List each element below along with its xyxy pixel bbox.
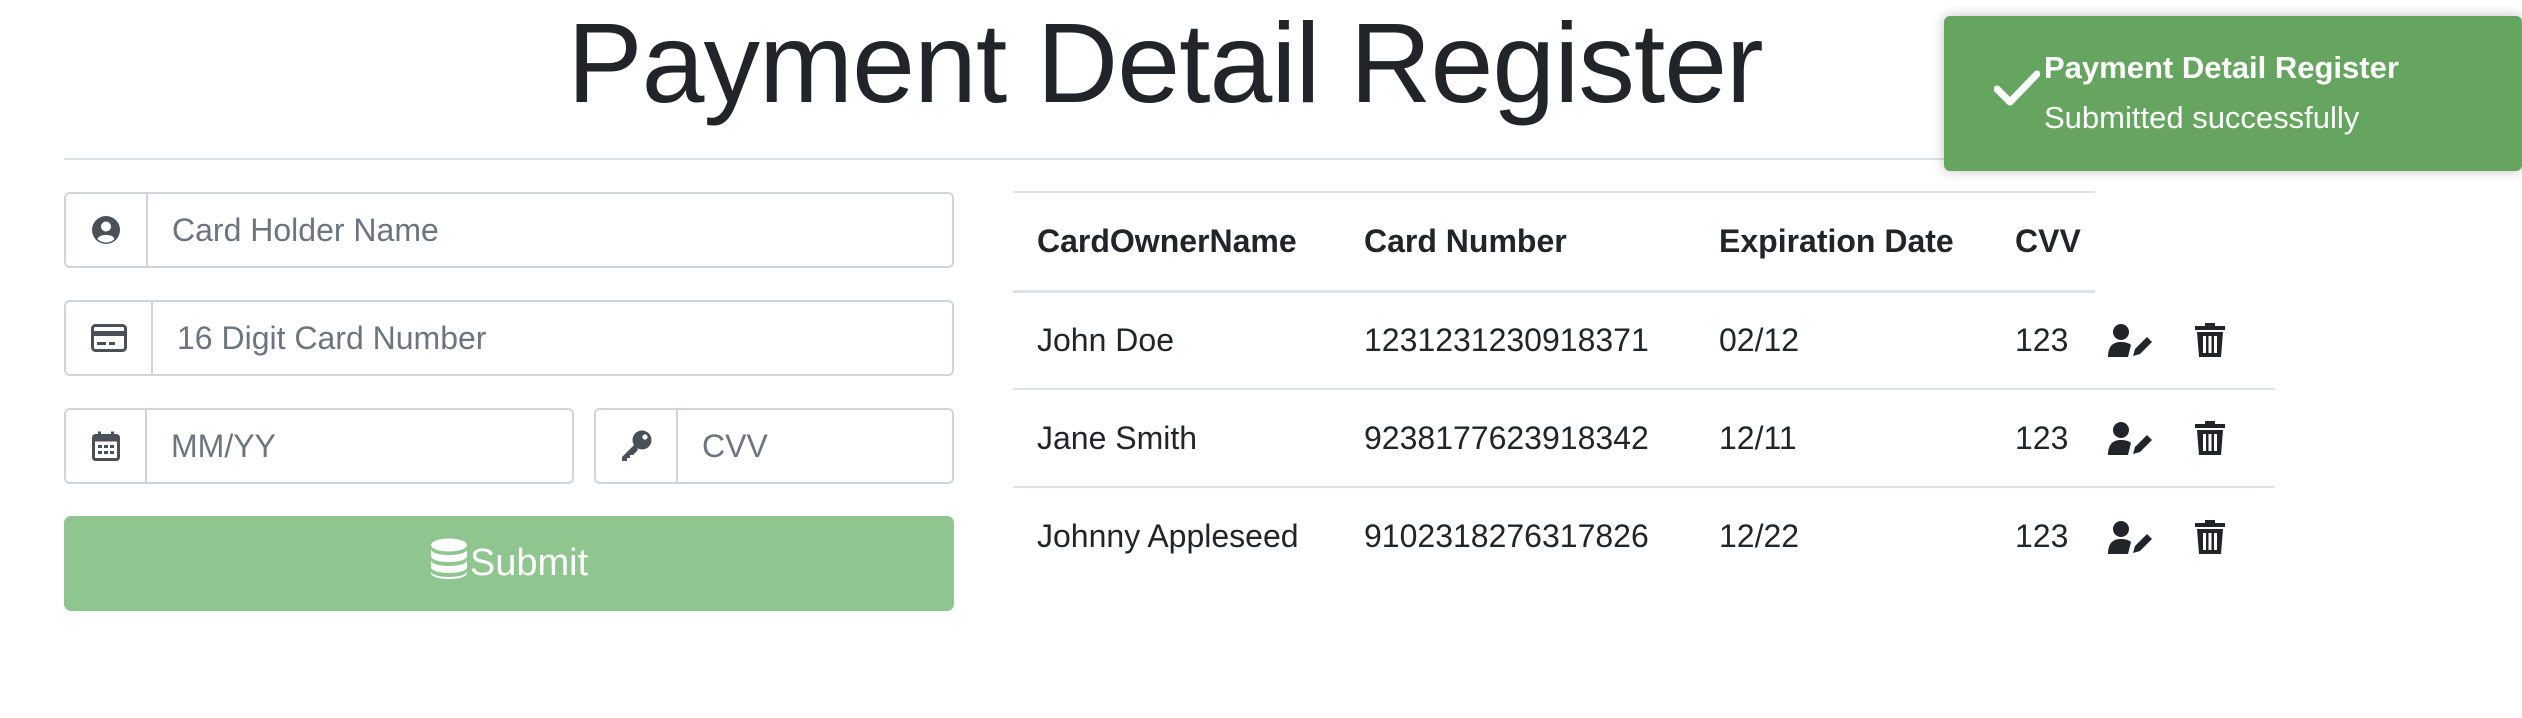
header-expiration-date: Expiration Date [1695, 191, 1991, 293]
cvv-input[interactable] [678, 410, 952, 482]
cell-card-number: 9238177623918342 [1340, 388, 1695, 487]
toast-title: Payment Detail Register [2044, 50, 2399, 85]
database-icon [430, 538, 470, 590]
cell-cvv: 123 [2015, 321, 2069, 358]
cell-actions [2095, 291, 2275, 389]
expiry-input[interactable] [147, 410, 572, 482]
card-holder-name-input[interactable] [148, 194, 952, 266]
cell-card-number: 1231231230918371 [1364, 321, 1649, 358]
submit-label: Submit [469, 542, 589, 584]
table-row[interactable]: Jane Smith 9238177623918342 12/11 123 [1013, 388, 2275, 487]
title-divider [64, 158, 2104, 160]
card-number-input[interactable] [153, 302, 952, 374]
payment-details-table: CardOwnerName Card Number Expiration Dat… [1013, 191, 2275, 585]
cell-cvv: 123 [1991, 388, 2095, 487]
cell-expiry: 02/12 [1719, 321, 1800, 358]
trash-icon[interactable] [2188, 416, 2232, 460]
cell-card-number: 9102318276317826 [1340, 486, 1695, 585]
credit-card-icon [90, 324, 127, 352]
cell-owner: Johnny Appleseed [1013, 486, 1340, 585]
trash-icon[interactable] [2188, 318, 2232, 362]
table-row[interactable]: John Doe 1231231230918371 02/12 123 [1013, 291, 2275, 389]
cell-actions [2095, 388, 2275, 487]
check-icon [1993, 70, 2041, 111]
expiry-addon [66, 410, 147, 482]
cell-cvv: 123 [1991, 486, 2095, 585]
card-number-input-group [64, 300, 954, 376]
user-edit-icon[interactable] [2108, 416, 2152, 460]
card-holder-addon [66, 194, 148, 266]
success-toast[interactable]: Payment Detail Register Submitted succes… [1944, 16, 2522, 171]
header-actions [2095, 192, 2275, 291]
cell-expiry: 12/11 [1695, 388, 1991, 487]
cvv-addon [596, 410, 678, 482]
user-edit-icon[interactable] [2108, 318, 2152, 362]
calendar-icon [91, 431, 120, 461]
user-circle-icon [91, 215, 121, 245]
header-card-owner-name: CardOwnerName [1013, 191, 1340, 293]
table-row[interactable]: Johnny Appleseed 9102318276317826 12/22 … [1013, 486, 2275, 585]
toast-message: Submitted successfully [2044, 100, 2360, 135]
card-number-addon [66, 302, 153, 374]
cell-expiry: 12/22 [1695, 486, 1991, 585]
submit-button[interactable]: Submit [64, 516, 954, 611]
cell-actions [2095, 486, 2275, 585]
key-icon [619, 429, 653, 463]
cvv-input-group [594, 408, 954, 484]
user-edit-icon[interactable] [2108, 515, 2152, 559]
header-cvv: CVV [1991, 191, 2095, 293]
expiry-input-group [64, 408, 574, 484]
cell-owner: Jane Smith [1013, 388, 1340, 487]
header-card-number: Card Number [1340, 191, 1695, 293]
trash-icon[interactable] [2188, 515, 2232, 559]
cell-owner: John Doe [1037, 321, 1174, 358]
card-holder-input-group [64, 192, 954, 268]
table-header-row: CardOwnerName Card Number Expiration Dat… [1013, 191, 2275, 293]
